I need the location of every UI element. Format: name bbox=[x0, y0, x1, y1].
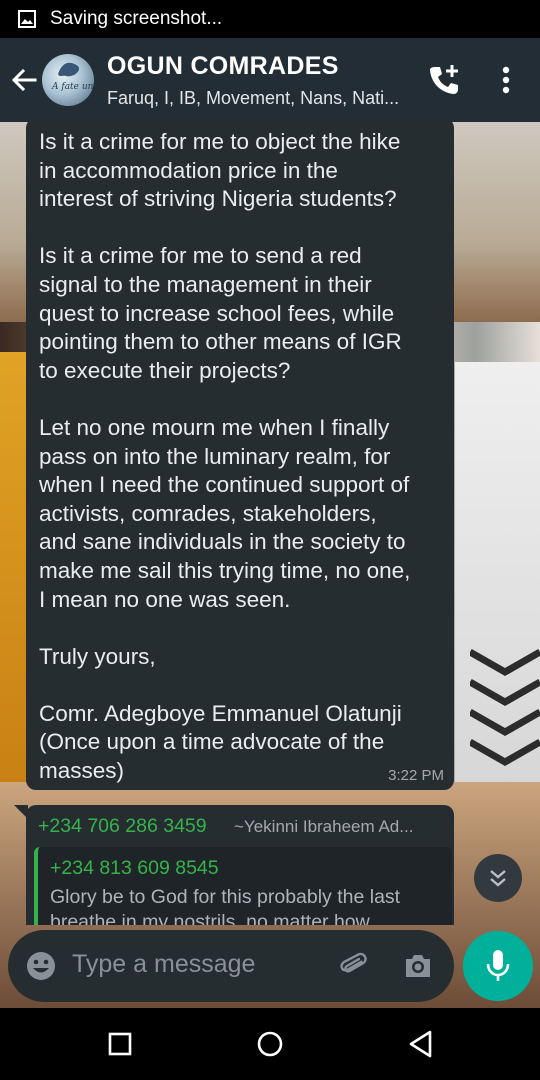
avatar-text: A fate unknown bbox=[52, 82, 94, 92]
status-text: Saving screenshot... bbox=[50, 8, 223, 29]
back-triangle-icon[interactable] bbox=[407, 1029, 433, 1059]
message-text: Is it a crime for me to object the hike … bbox=[39, 129, 411, 784]
message-time: 3:22 PM bbox=[388, 767, 444, 784]
message-input-bar[interactable]: Type a message bbox=[8, 930, 454, 1002]
avatar-graphic bbox=[58, 62, 80, 77]
system-nav-bar bbox=[0, 1008, 540, 1080]
sender-name: ~Yekinni Ibraheem Ad... bbox=[234, 817, 414, 836]
message-bubble[interactable]: Is it a crime for me to object the hike … bbox=[26, 118, 454, 790]
quoted-phone: +234 813 609 8545 bbox=[50, 857, 219, 879]
more-vert-icon[interactable] bbox=[494, 62, 518, 98]
quoted-message[interactable]: +234 813 609 8545 Glory be to God for th… bbox=[34, 847, 452, 925]
wallpaper-pattern bbox=[470, 648, 540, 767]
chat-header: A fate unknown OGUN COMRADES Faruq, I, I… bbox=[0, 38, 540, 122]
reply-message-bubble[interactable]: +234 706 286 3459 ~Yekinni Ibraheem Ad..… bbox=[26, 805, 454, 925]
image-icon bbox=[18, 10, 36, 28]
camera-icon[interactable] bbox=[402, 950, 434, 982]
group-title[interactable]: OGUN COMRADES bbox=[107, 52, 339, 81]
recents-icon[interactable] bbox=[108, 1032, 132, 1056]
mic-icon bbox=[486, 950, 510, 981]
sender-phone[interactable]: +234 706 286 3459 bbox=[38, 815, 207, 838]
message-input[interactable]: Type a message bbox=[72, 950, 255, 979]
voice-record-button[interactable] bbox=[463, 931, 533, 1001]
quoted-text: Glory be to God for this probably the la… bbox=[50, 886, 401, 925]
paperclip-icon[interactable] bbox=[338, 950, 370, 982]
group-members[interactable]: Faruq, I, IB, Movement, Nans, Nati... bbox=[107, 88, 399, 109]
add-call-icon[interactable] bbox=[426, 62, 462, 98]
double-chevron-down-icon bbox=[490, 870, 506, 887]
emoji-icon[interactable] bbox=[26, 951, 56, 981]
group-avatar[interactable]: A fate unknown bbox=[42, 54, 94, 106]
home-icon[interactable] bbox=[257, 1031, 283, 1057]
status-bar: Saving screenshot... bbox=[0, 0, 540, 38]
arrow-left-icon[interactable] bbox=[8, 64, 40, 96]
scroll-to-bottom-button[interactable] bbox=[474, 854, 522, 902]
